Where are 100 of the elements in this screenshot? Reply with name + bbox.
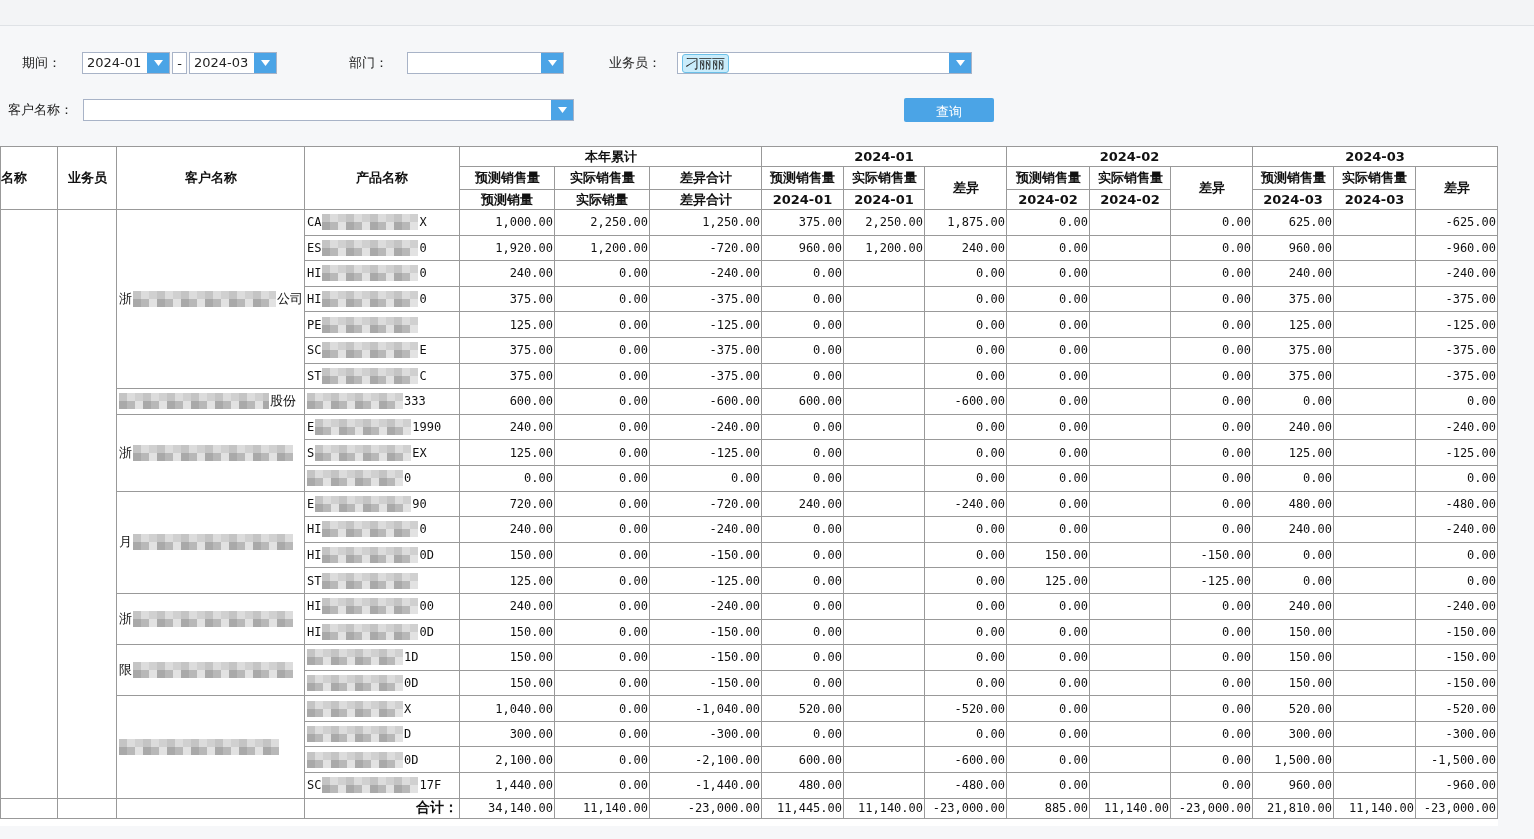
table-cell: 240.00 [1252,414,1334,440]
total-cell: 885.00 [1006,798,1090,819]
product-name: CA [307,215,322,230]
table-cell: 150.00 [1252,644,1334,671]
dropdown-arrow-button[interactable] [551,100,573,120]
column-header: 实际销售量 [1089,166,1171,190]
table-cell: 0.00 [1170,619,1253,645]
dropdown-arrow-button[interactable] [254,53,276,73]
product-name: 0 [419,240,427,255]
table-cell: 0.00 [924,619,1007,645]
table-cell: 0.00 [924,260,1007,287]
dropdown-arrow-button[interactable] [147,53,169,73]
table-cell: -240.00 [649,593,762,619]
customer-dropdown[interactable] [83,99,574,121]
table-cell: -150.00 [1415,670,1498,696]
table-cell: 0.00 [1170,235,1253,261]
table-cell: 480.00 [1252,491,1334,517]
table-cell: 0.00 [1170,337,1253,364]
table-cell: 125.00 [459,567,555,594]
table-cell: 0.00 [554,695,650,722]
table-cell: 0.00 [761,721,844,747]
table-cell: -150.00 [649,644,762,671]
table-cell: 0.00 [554,593,650,619]
product-name: E [307,496,315,511]
period-start-dropdown[interactable]: 2024-01 [82,52,170,74]
table-cell: 0.00 [1006,516,1090,543]
table-cell: 0.00 [1170,644,1253,671]
product-name: HI [307,266,322,281]
table-cell: -480.00 [924,772,1007,799]
table-cell: 125.00 [1252,439,1334,466]
table-cell: 0.00 [924,516,1007,543]
table-cell: -960.00 [1415,772,1498,799]
table-cell: 0.00 [1170,465,1253,492]
total-cell: -23,000.00 [924,798,1007,819]
salesperson-dropdown[interactable]: 刁丽丽 [677,52,972,74]
customer-name: 浙 [119,443,132,462]
table-cell: 0.00 [554,311,650,338]
product-name: HI [307,522,322,537]
table-cell: 0.00 [761,363,844,389]
table-cell: 0.00 [1006,286,1090,312]
table-cell: 0.00 [761,260,844,287]
product-name: 00 [419,599,434,614]
table-cell: 0.00 [1006,695,1090,722]
table-cell: -300.00 [1415,721,1498,747]
selected-tag[interactable]: 刁丽丽 [682,53,729,73]
table-cell: 0.00 [1006,209,1090,236]
table-cell: 0.00 [1252,388,1334,415]
table-cell: 150.00 [1252,619,1334,645]
table-cell: 0.00 [1252,465,1334,492]
table-cell: 0.00 [554,363,650,389]
dropdown-arrow-button[interactable] [541,53,563,73]
table-cell: 0.00 [1170,439,1253,466]
product-name: 1990 [412,420,442,435]
column-header: 差异 [924,166,1007,210]
table-cell: 480.00 [761,772,844,799]
table-cell: 0.00 [761,311,844,338]
table-cell: -240.00 [924,491,1007,517]
table-cell: 0.00 [1170,516,1253,543]
table-cell: 0.00 [1415,465,1498,492]
table-cell: -960.00 [1415,235,1498,261]
table-cell: 0.00 [554,516,650,543]
total-cell: 21,810.00 [1252,798,1334,819]
caret-icon [547,60,557,66]
field-label: 部门： [349,54,389,72]
table-cell: -150.00 [649,619,762,645]
table-cell: 0.00 [1170,286,1253,312]
table-cell: -125.00 [1170,567,1253,594]
table-cell: 1,500.00 [1252,746,1334,773]
table-cell: 125.00 [459,311,555,338]
table-cell: 0.00 [554,567,650,594]
dropdown-arrow-button[interactable] [949,53,971,73]
table-cell: -150.00 [1415,644,1498,671]
department-dropdown[interactable] [407,52,564,74]
column-group-header: 2024-03 [1252,146,1498,167]
table-cell: 0.00 [459,465,555,492]
table-cell: 0.00 [1006,593,1090,619]
table-cell: 375.00 [459,337,555,364]
table-cell: 0.00 [761,465,844,492]
table-cell: 720.00 [459,491,555,517]
table-cell: 0.00 [554,414,650,440]
table-cell: 0.00 [1415,388,1498,415]
table-cell: 0.00 [1006,260,1090,287]
table-cell: -720.00 [649,235,762,261]
total-cell: 11,140.00 [843,798,925,819]
total-cell: -23,000.00 [1415,798,1498,819]
table-cell: -600.00 [649,388,762,415]
table-cell: 0.00 [1006,235,1090,261]
table-cell: 0.00 [554,746,650,773]
table-cell: 1,000.00 [459,209,555,236]
table-cell: 0.00 [924,542,1007,568]
field-label: 业务员： [609,54,662,72]
table-cell: 0.00 [1006,721,1090,747]
table-cell: 0.00 [1415,567,1498,594]
period-end-dropdown[interactable]: 2024-03 [189,52,277,74]
table-cell: 0.00 [554,721,650,747]
table-cell: 240.00 [1252,260,1334,287]
column-group-header: 2024-02 [1006,146,1253,167]
table-cell: 0.00 [554,619,650,645]
product-name: 0D [419,624,434,639]
table-cell: -300.00 [649,721,762,747]
